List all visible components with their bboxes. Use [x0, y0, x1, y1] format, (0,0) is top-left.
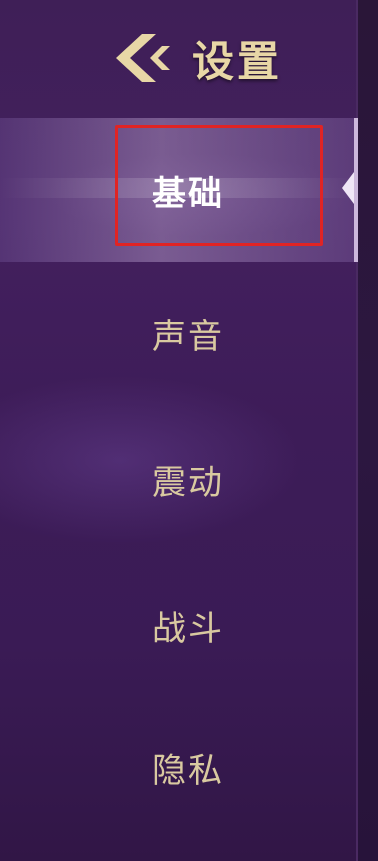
- menu-item-sound[interactable]: 声音: [0, 298, 358, 368]
- menu-item-vibration[interactable]: 震动: [0, 444, 358, 514]
- menu-item-battle[interactable]: 战斗: [0, 590, 358, 660]
- active-edge-bar: [354, 118, 358, 262]
- menu-item-label: 隐私: [152, 750, 224, 791]
- menu-item-basic[interactable]: 基础: [0, 118, 358, 262]
- menu-item-label: 战斗: [152, 608, 224, 649]
- back-button[interactable]: [112, 28, 172, 88]
- settings-header: 设置: [112, 22, 282, 94]
- menu-item-label: 震动: [152, 462, 224, 503]
- back-chevron-icon: [116, 34, 170, 82]
- menu-item-label: 基础: [152, 173, 224, 214]
- side-panel-edge: [356, 0, 378, 861]
- menu-item-label: 声音: [152, 316, 224, 357]
- menu-item-privacy[interactable]: 隐私: [0, 732, 358, 802]
- active-pointer-icon: [342, 172, 354, 204]
- page-title: 设置: [192, 36, 283, 86]
